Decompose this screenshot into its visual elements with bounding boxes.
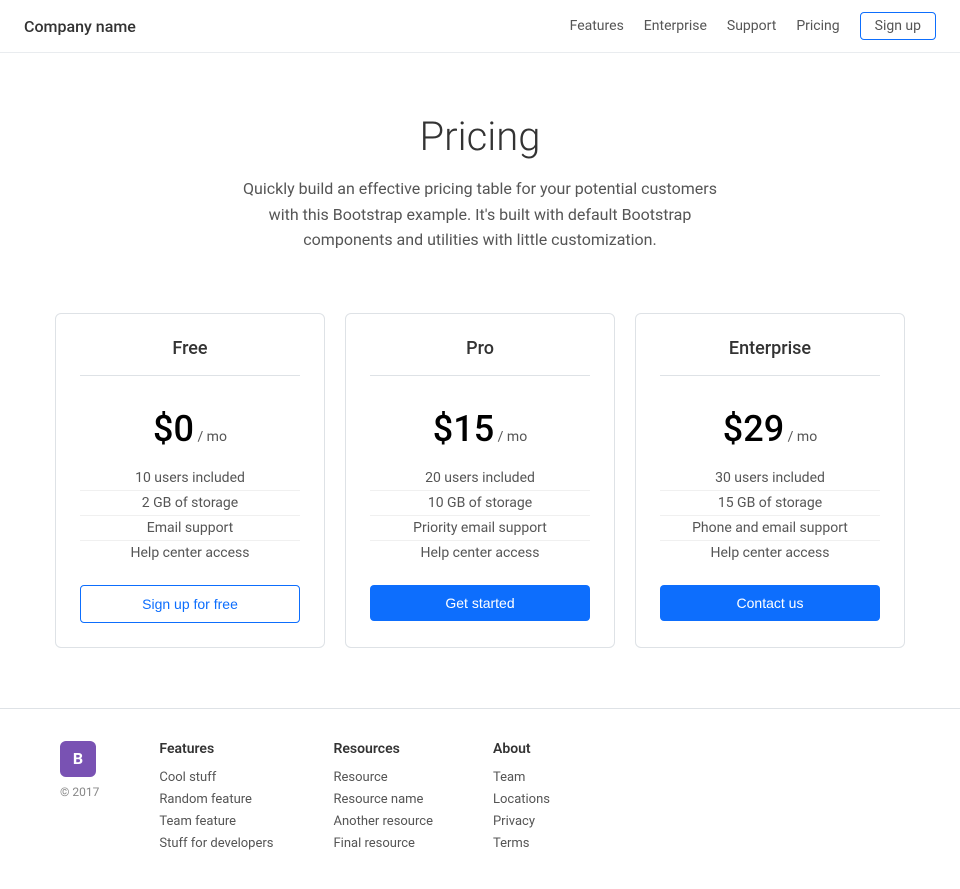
feature-item: 30 users included	[660, 466, 880, 491]
feature-item: 10 users included	[80, 466, 300, 491]
navbar-brand[interactable]: Company name	[24, 17, 136, 36]
footer-link[interactable]: Privacy	[493, 814, 535, 829]
plan-name-pro: Pro	[370, 338, 590, 376]
footer-link[interactable]: Locations	[493, 792, 550, 807]
hero-section: Pricing Quickly build an effective prici…	[0, 53, 960, 293]
plan-amount-enterprise: $29	[723, 408, 784, 450]
plan-period-pro: / mo	[498, 429, 528, 445]
nav-link-enterprise[interactable]: Enterprise	[644, 18, 707, 34]
footer-links-resources: Resource Resource name Another resource …	[334, 769, 433, 851]
feature-item: 15 GB of storage	[660, 491, 880, 516]
pro-cta-button[interactable]: Get started	[370, 585, 590, 621]
footer-link[interactable]: Stuff for developers	[159, 836, 273, 851]
navbar: Company name Features Enterprise Support…	[0, 0, 960, 53]
pricing-card-enterprise: Enterprise $29 / mo 30 users included 15…	[635, 313, 905, 648]
footer-link[interactable]: Final resource	[334, 836, 415, 851]
feature-item: Email support	[80, 516, 300, 541]
feature-item: Help center access	[370, 541, 590, 565]
navbar-links: Features Enterprise Support Pricing Sign…	[570, 12, 936, 40]
footer-link[interactable]: Team	[493, 770, 526, 785]
footer-col-about: About Team Locations Privacy Terms	[493, 741, 550, 857]
footer-col-heading-about: About	[493, 741, 550, 757]
plan-price-pro: $15 / mo	[433, 408, 527, 450]
signup-button[interactable]: Sign up	[860, 12, 936, 40]
nav-link-features[interactable]: Features	[570, 18, 624, 34]
footer-copyright: © 2017	[60, 785, 99, 799]
pricing-section: Free $0 / mo 10 users included 2 GB of s…	[0, 293, 960, 708]
footer-col-heading-features: Features	[159, 741, 273, 757]
feature-item: Help center access	[660, 541, 880, 565]
plan-features-pro: 20 users included 10 GB of storage Prior…	[370, 466, 590, 565]
footer-link[interactable]: Another resource	[334, 814, 433, 829]
plan-name-enterprise: Enterprise	[660, 338, 880, 376]
free-cta-button[interactable]: Sign up for free	[80, 585, 300, 623]
pricing-card-pro: Pro $15 / mo 20 users included 10 GB of …	[345, 313, 615, 648]
pricing-card-free: Free $0 / mo 10 users included 2 GB of s…	[55, 313, 325, 648]
footer-link[interactable]: Cool stuff	[159, 770, 216, 785]
footer-logo: B	[60, 741, 96, 777]
footer-col-resources: Resources Resource Resource name Another…	[334, 741, 433, 857]
plan-amount-free: $0	[153, 408, 194, 450]
feature-item: 20 users included	[370, 466, 590, 491]
plan-name-free: Free	[80, 338, 300, 376]
plan-price-free: $0 / mo	[153, 408, 227, 450]
footer-link[interactable]: Terms	[493, 836, 530, 851]
footer-link[interactable]: Random feature	[159, 792, 252, 807]
feature-item: Help center access	[80, 541, 300, 565]
footer-col-heading-resources: Resources	[334, 741, 433, 757]
feature-item: Priority email support	[370, 516, 590, 541]
feature-item: Phone and email support	[660, 516, 880, 541]
footer-brand: B © 2017	[60, 741, 99, 799]
feature-item: 10 GB of storage	[370, 491, 590, 516]
plan-price-enterprise: $29 / mo	[723, 408, 817, 450]
nav-link-pricing[interactable]: Pricing	[796, 18, 839, 34]
footer-col-features: Features Cool stuff Random feature Team …	[159, 741, 273, 857]
plan-period-enterprise: / mo	[788, 429, 818, 445]
footer-link[interactable]: Resource	[334, 770, 388, 785]
plan-features-enterprise: 30 users included 15 GB of storage Phone…	[660, 466, 880, 565]
footer-link[interactable]: Team feature	[159, 814, 236, 829]
plan-amount-pro: $15	[433, 408, 494, 450]
nav-link-support[interactable]: Support	[727, 18, 776, 34]
page-title: Pricing	[20, 113, 940, 160]
enterprise-cta-button[interactable]: Contact us	[660, 585, 880, 621]
footer-link[interactable]: Resource name	[334, 792, 424, 807]
feature-item: 2 GB of storage	[80, 491, 300, 516]
plan-features-free: 10 users included 2 GB of storage Email …	[80, 466, 300, 565]
hero-description: Quickly build an effective pricing table…	[240, 176, 720, 253]
plan-period-free: / mo	[197, 429, 227, 445]
footer: B © 2017 Features Cool stuff Random feat…	[0, 708, 960, 889]
footer-links-about: Team Locations Privacy Terms	[493, 769, 550, 851]
footer-links-features: Cool stuff Random feature Team feature S…	[159, 769, 273, 851]
